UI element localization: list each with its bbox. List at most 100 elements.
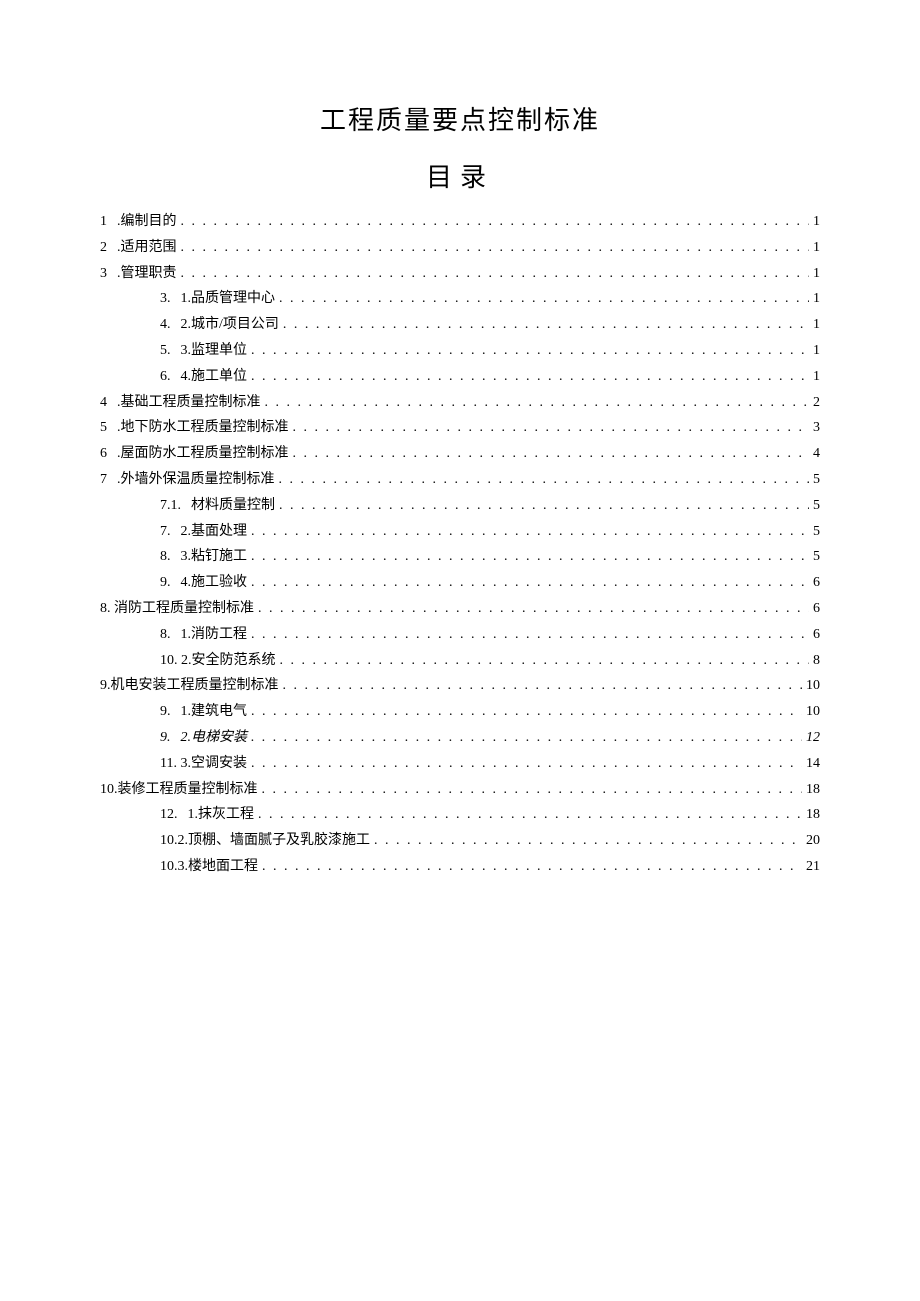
toc-entry: 10.2.顶棚、墙面腻子及乳胶漆施工 20 <box>100 829 820 853</box>
toc-entry: 9.1.建筑电气10 <box>100 700 820 724</box>
toc-leader-dots <box>283 674 803 698</box>
toc-entry-number: 6 <box>100 442 117 466</box>
toc-entry: 3.1.品质管理中心1 <box>100 287 820 311</box>
toc-entry: 9.4.施工验收 6 <box>100 571 820 595</box>
toc-entry-label: .编制目的 <box>117 210 181 234</box>
toc-leader-dots <box>283 313 809 337</box>
toc-entry-label: 9.机电安装工程质量控制标准 <box>100 674 283 698</box>
toc-entry: 4.2.城市/项目公司1 <box>100 313 820 337</box>
toc-entry: 1.编制目的1 <box>100 210 820 234</box>
toc-entry-page: 5 <box>809 494 820 518</box>
toc-entry-label: 10.3.楼地面工程 <box>160 855 262 879</box>
toc-entry-number: 9. <box>160 700 181 724</box>
toc-entry-page: 6 <box>809 597 820 621</box>
toc-entry: 7.2.基面处理5 <box>100 520 820 544</box>
toc-entry-label: 4.施工单位 <box>181 365 252 389</box>
toc-entry-page: 18 <box>802 803 820 827</box>
toc-entry-page: 1 <box>809 365 820 389</box>
toc-entry-label: .外墙外保温质量控制标准 <box>117 468 279 492</box>
toc-entry-page: 3 <box>809 416 820 440</box>
toc-entry: 12.1.抹灰工程18 <box>100 803 820 827</box>
toc-entry-number: 3 <box>100 262 117 286</box>
toc-entry-label: .屋面防水工程质量控制标准 <box>117 442 293 466</box>
toc-entry: 9.2.电梯安装12 <box>100 726 820 750</box>
toc-entry-number: 4 <box>100 391 117 415</box>
toc-entry: 11. 3.空调安装 14 <box>100 752 820 776</box>
toc-entry: 6.4.施工单位 1 <box>100 365 820 389</box>
toc-entry-number: 9. <box>160 571 181 595</box>
toc-entry-page: 2 <box>809 391 820 415</box>
toc-entry-label: 10.装修工程质量控制标准 <box>100 778 262 802</box>
toc-entry-label: 3.粘钉施工 <box>181 545 252 569</box>
document-title: 工程质量要点控制标准 <box>100 100 820 137</box>
toc-leader-dots <box>262 778 803 802</box>
toc-entry-label: 3.监理单位 <box>181 339 252 363</box>
toc-leader-dots <box>280 649 810 673</box>
toc-entry: 2.适用范围 1 <box>100 236 820 260</box>
toc-entry-number: 5 <box>100 416 117 440</box>
toc-leader-dots <box>251 520 809 544</box>
toc-entry-number: 7.1. <box>160 494 191 518</box>
toc-entry-number: 8. <box>160 623 181 647</box>
toc-entry-label: 1.消防工程 <box>181 623 252 647</box>
toc-leader-dots <box>251 339 809 363</box>
toc-entry-label: 2.电梯安装 <box>181 726 252 750</box>
toc-entry-page: 1 <box>809 287 820 311</box>
toc-leader-dots <box>181 236 810 260</box>
toc-leader-dots <box>258 803 802 827</box>
toc-entry-page: 5 <box>809 468 820 492</box>
toc-leader-dots <box>374 829 802 853</box>
toc-entry-label: .基础工程质量控制标准 <box>117 391 265 415</box>
toc-entry-page: 1 <box>809 236 820 260</box>
toc-entry-label: 11. 3.空调安装 <box>160 752 251 776</box>
toc-entry-number: 5. <box>160 339 181 363</box>
toc-entry-label: 2.基面处理 <box>181 520 252 544</box>
toc-entry-page: 5 <box>809 520 820 544</box>
toc-entry: 8.1.消防工程 6 <box>100 623 820 647</box>
toc-entry-label: 4.施工验收 <box>181 571 252 595</box>
toc-entry-label: 材料质量控制 <box>191 494 279 518</box>
toc-entry: 8.3.粘钉施工 5 <box>100 545 820 569</box>
toc-entry-page: 21 <box>802 855 820 879</box>
toc-entry-label: 10. 2.安全防范系统 <box>160 649 280 673</box>
toc-leader-dots <box>265 391 810 415</box>
toc-leader-dots <box>279 287 809 311</box>
toc-entry: 5.地下防水工程质量控制标准 3 <box>100 416 820 440</box>
toc-leader-dots <box>251 752 802 776</box>
toc-leader-dots <box>258 597 809 621</box>
toc-leader-dots <box>251 700 802 724</box>
toc-entry-label: 2.城市/项目公司 <box>181 313 283 337</box>
toc-entry-page: 1 <box>809 339 820 363</box>
toc-entry: 6.屋面防水工程质量控制标准 4 <box>100 442 820 466</box>
toc-leader-dots <box>293 416 810 440</box>
toc-entry: 4.基础工程质量控制标准 2 <box>100 391 820 415</box>
toc-entry-label: 10.2.顶棚、墙面腻子及乳胶漆施工 <box>160 829 374 853</box>
table-of-contents: 1.编制目的12.适用范围13.管理职责13.1.品质管理中心14.2.城市/项… <box>100 210 820 879</box>
toc-entry: 5.3.监理单位 1 <box>100 339 820 363</box>
toc-entry-number: 7 <box>100 468 117 492</box>
toc-entry-number: 2 <box>100 236 117 260</box>
toc-leader-dots <box>251 365 809 389</box>
toc-entry-page: 6 <box>809 571 820 595</box>
toc-entry-number: 6. <box>160 365 181 389</box>
toc-leader-dots <box>181 262 810 286</box>
toc-leader-dots <box>279 494 809 518</box>
toc-entry: 10.3.楼地面工程 21 <box>100 855 820 879</box>
toc-entry-number: 8. <box>160 545 181 569</box>
toc-entry-page: 6 <box>809 623 820 647</box>
toc-entry-label: 1.品质管理中心 <box>181 287 280 311</box>
toc-entry-page: 8 <box>809 649 820 673</box>
toc-entry-page: 12 <box>802 726 820 750</box>
toc-leader-dots <box>251 726 802 750</box>
toc-leader-dots <box>181 210 810 234</box>
toc-leader-dots <box>251 545 809 569</box>
toc-entry-page: 4 <box>809 442 820 466</box>
toc-entry: 7.1.材料质量控制 5 <box>100 494 820 518</box>
toc-entry-label: .适用范围 <box>117 236 181 260</box>
toc-leader-dots <box>279 468 810 492</box>
toc-entry-label: .地下防水工程质量控制标准 <box>117 416 293 440</box>
toc-entry-page: 14 <box>802 752 820 776</box>
toc-entry-page: 10 <box>802 700 820 724</box>
toc-entry-page: 5 <box>809 545 820 569</box>
toc-entry-page: 20 <box>802 829 820 853</box>
